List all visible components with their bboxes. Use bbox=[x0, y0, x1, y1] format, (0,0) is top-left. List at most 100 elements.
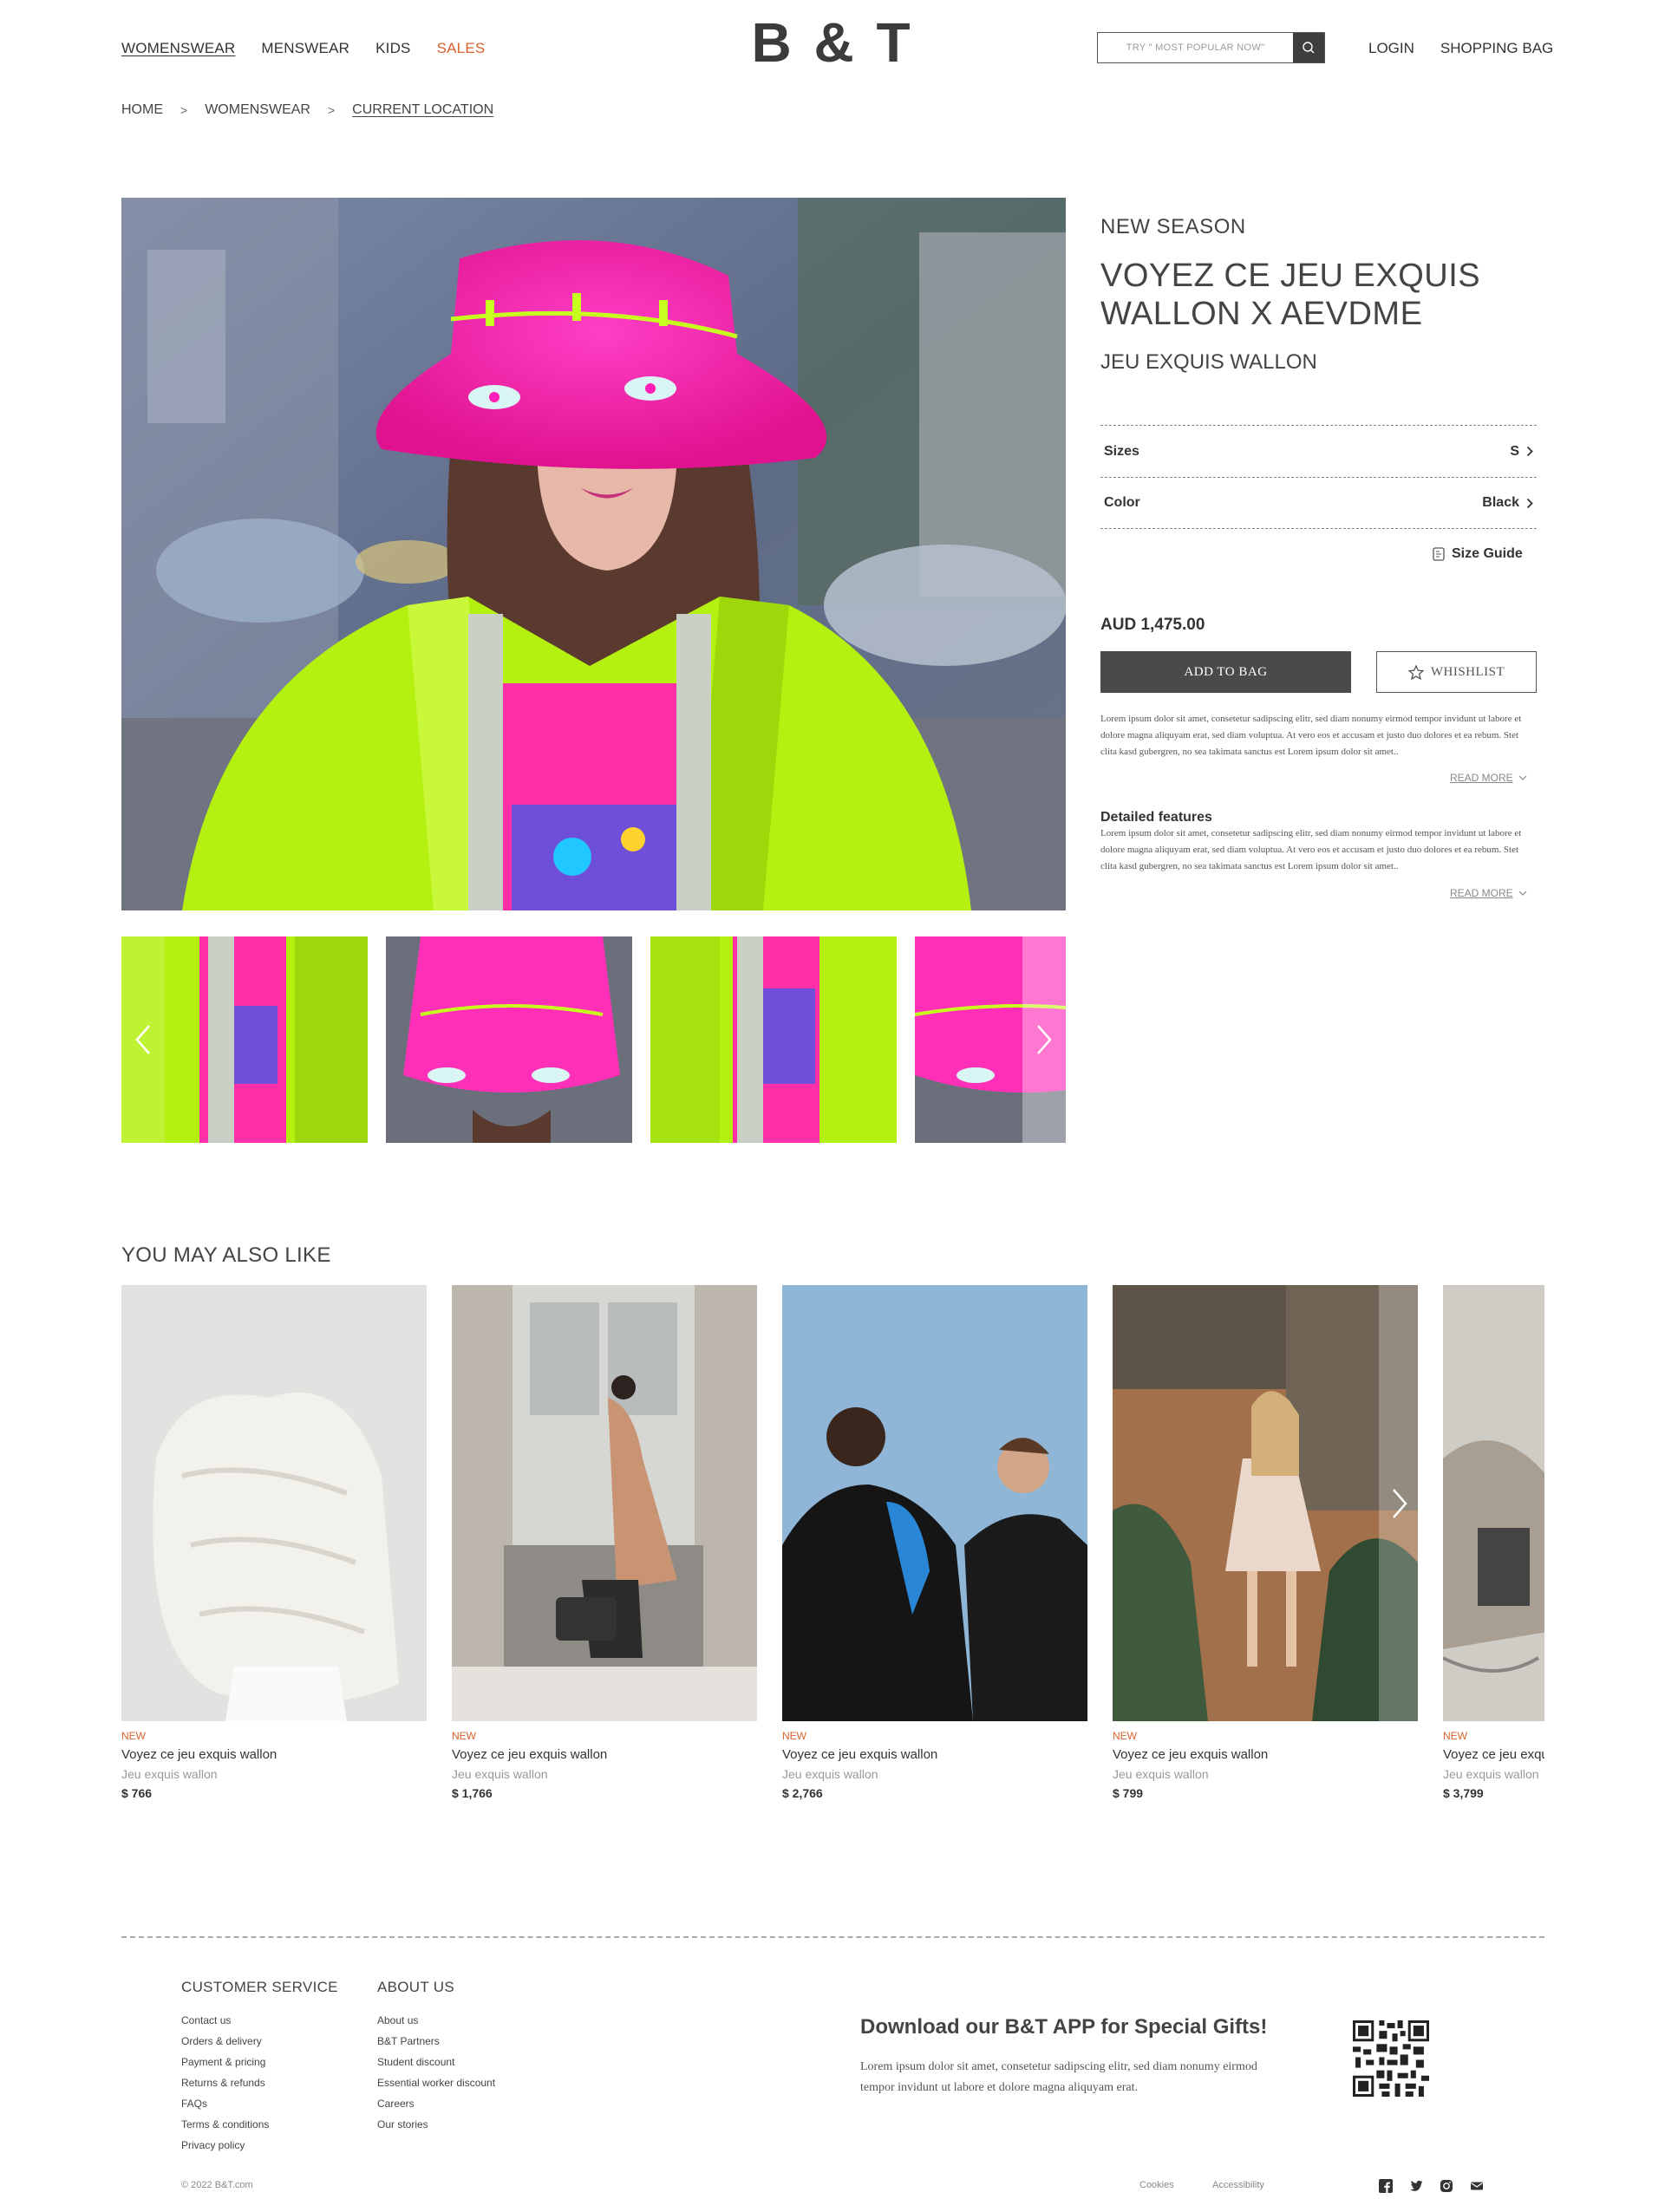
breadcrumb-current[interactable]: CURRENT LOCATION bbox=[352, 102, 493, 118]
size-selector[interactable]: Sizes S bbox=[1100, 425, 1537, 477]
chevron-left-icon bbox=[135, 1025, 150, 1054]
qr-code-icon[interactable] bbox=[1353, 2020, 1429, 2097]
product-card[interactable]: NEW Voyez ce jeu exquis wallon Jeu exqui… bbox=[121, 1285, 427, 1800]
login-link[interactable]: LOGIN bbox=[1368, 40, 1414, 57]
size-value: S bbox=[1510, 443, 1519, 459]
size-value-group: S bbox=[1510, 444, 1533, 460]
size-guide-label: Size Guide bbox=[1452, 546, 1523, 561]
product-card-name: Voyez ce jeu exquis wallon bbox=[1443, 1747, 1544, 1762]
breadcrumb: HOME > WOMENSWEAR > CURRENT LOCATION bbox=[121, 102, 493, 118]
product-card-brand: Jeu exquis wallon bbox=[1113, 1767, 1209, 1781]
breadcrumb-separator: > bbox=[327, 103, 336, 117]
cookies-link[interactable]: Cookies bbox=[1139, 2180, 1174, 2190]
product-card-price: $ 2,766 bbox=[782, 1786, 823, 1800]
footer-link-payment[interactable]: Payment & pricing bbox=[181, 2052, 338, 2072]
footer-link-faqs[interactable]: FAQs bbox=[181, 2093, 338, 2114]
search-input[interactable] bbox=[1098, 33, 1293, 62]
footer-link-orders[interactable]: Orders & delivery bbox=[181, 2031, 338, 2052]
ruler-icon bbox=[1433, 547, 1445, 561]
thumbnail-next-button[interactable] bbox=[1022, 936, 1066, 1143]
chevron-right-icon bbox=[1037, 1025, 1052, 1054]
product-card-brand: Jeu exquis wallon bbox=[452, 1767, 548, 1781]
size-guide-link[interactable]: Size Guide bbox=[1433, 546, 1523, 562]
color-label: Color bbox=[1104, 495, 1140, 510]
product-card-tag: NEW bbox=[121, 1730, 146, 1742]
add-to-bag-button[interactable]: ADD TO BAG bbox=[1100, 651, 1351, 693]
footer-column-title: CUSTOMER SERVICE bbox=[181, 1979, 338, 1995]
twitter-icon[interactable] bbox=[1409, 2179, 1423, 2193]
mail-icon[interactable] bbox=[1470, 2179, 1484, 2193]
product-photo bbox=[121, 198, 1066, 910]
footer-customer-service: CUSTOMER SERVICE Contact us Orders & del… bbox=[181, 1979, 338, 2156]
search-icon bbox=[1303, 42, 1315, 54]
product-card-brand: Jeu exquis wallon bbox=[121, 1767, 218, 1781]
accessibility-link[interactable]: Accessibility bbox=[1212, 2180, 1264, 2190]
product-card[interactable]: NEW Voyez ce jeu exquis wallon Jeu exqui… bbox=[452, 1285, 757, 1800]
footer-link-privacy[interactable]: Privacy policy bbox=[181, 2135, 338, 2156]
read-more-features-link[interactable]: READ MORE bbox=[1450, 887, 1527, 899]
product-card-image bbox=[1443, 1285, 1544, 1721]
account-nav: LOGIN SHOPPING BAG bbox=[1368, 40, 1553, 57]
color-selector[interactable]: Color Black bbox=[1100, 477, 1537, 529]
product-card-price: $ 766 bbox=[121, 1786, 153, 1800]
product-main-image[interactable] bbox=[121, 198, 1066, 910]
product-card-tag: NEW bbox=[1113, 1730, 1137, 1742]
thumbnail-prev-button[interactable] bbox=[121, 936, 165, 1143]
product-card-brand: Jeu exquis wallon bbox=[782, 1767, 878, 1781]
handbag-photo bbox=[1443, 1285, 1544, 1721]
woman-dress-photo bbox=[1113, 1285, 1418, 1721]
copyright: © 2022 B&T.com bbox=[181, 2180, 253, 2190]
product-card-name: Voyez ce jeu exquis wallon bbox=[452, 1747, 608, 1762]
size-label: Sizes bbox=[1104, 443, 1139, 459]
product-card-name: Voyez ce jeu exquis wallon bbox=[121, 1747, 278, 1762]
recommendations-next-button[interactable] bbox=[1379, 1285, 1420, 1721]
product-card-image bbox=[1113, 1285, 1418, 1721]
product-card-brand: Jeu exquis wallon bbox=[1443, 1767, 1539, 1781]
product-card-tag: NEW bbox=[782, 1730, 806, 1742]
breadcrumb-home[interactable]: HOME bbox=[121, 102, 163, 118]
facebook-icon[interactable] bbox=[1379, 2179, 1393, 2193]
product-card[interactable]: NEW Voyez ce jeu exquis wallon Jeu exqui… bbox=[782, 1285, 1087, 1800]
footer-link-student-discount[interactable]: Student discount bbox=[377, 2052, 495, 2072]
chevron-right-icon bbox=[1526, 446, 1533, 457]
footer-link-about[interactable]: About us bbox=[377, 2010, 495, 2031]
product-options: Sizes S Color Black bbox=[1100, 425, 1537, 529]
product-card-price: $ 799 bbox=[1113, 1786, 1144, 1800]
breadcrumb-womenswear[interactable]: WOMENSWEAR bbox=[205, 102, 310, 118]
thumbnail-2[interactable] bbox=[386, 936, 632, 1143]
footer-link-contact[interactable]: Contact us bbox=[181, 2010, 338, 2031]
wishlist-button[interactable]: WHISHLIST bbox=[1376, 651, 1537, 693]
recommendations-list: NEW Voyez ce jeu exquis wallon Jeu exqui… bbox=[121, 1285, 1544, 1805]
footer-link-partners[interactable]: B&T Partners bbox=[377, 2031, 495, 2052]
footer-link-terms[interactable]: Terms & conditions bbox=[181, 2114, 338, 2135]
color-value-group: Black bbox=[1482, 495, 1533, 511]
product-info: NEW SEASON VOYEZ CE JEU EXQUIS WALLON X … bbox=[1100, 215, 1537, 375]
product-card-name: Voyez ce jeu exquis wallon bbox=[782, 1747, 938, 1762]
thumbnail-image bbox=[650, 936, 897, 1143]
product-card[interactable]: NEW Voyez ce jeu exquis wallon Jeu exqui… bbox=[1443, 1285, 1544, 1800]
product-price: AUD 1,475.00 bbox=[1100, 616, 1205, 634]
read-more-link[interactable]: READ MORE bbox=[1450, 772, 1527, 784]
instagram-icon[interactable] bbox=[1440, 2179, 1453, 2193]
breadcrumb-separator: > bbox=[180, 103, 188, 117]
product-description: Lorem ipsum dolor sit amet, consetetur s… bbox=[1100, 714, 1522, 757]
shopping-bag-link[interactable]: SHOPPING BAG bbox=[1440, 40, 1553, 57]
search-button[interactable] bbox=[1293, 33, 1324, 62]
product-card-price: $ 3,799 bbox=[1443, 1786, 1484, 1800]
product-subtitle: JEU EXQUIS WALLON bbox=[1100, 350, 1317, 374]
thumbnail-image bbox=[386, 936, 632, 1143]
chevron-down-icon bbox=[1518, 891, 1527, 896]
search-box bbox=[1097, 32, 1325, 63]
read-more-label: READ MORE bbox=[1450, 887, 1513, 899]
star-icon bbox=[1407, 664, 1424, 680]
footer-column-title: ABOUT US bbox=[377, 1979, 454, 1995]
app-promo-title: Download our B&T APP for Special Gifts! bbox=[860, 2015, 1268, 2039]
footer-link-stories[interactable]: Our stories bbox=[377, 2114, 495, 2135]
footer-link-returns[interactable]: Returns & refunds bbox=[181, 2072, 338, 2093]
footer-link-careers[interactable]: Careers bbox=[377, 2093, 495, 2114]
features-description: Lorem ipsum dolor sit amet, consetetur s… bbox=[1100, 828, 1522, 871]
product-card[interactable]: NEW Voyez ce jeu exquis wallon Jeu exqui… bbox=[1113, 1285, 1418, 1800]
thumbnail-3[interactable] bbox=[650, 936, 897, 1143]
footer-link-essential-worker-discount[interactable]: Essential worker discount bbox=[377, 2072, 495, 2093]
footer-divider bbox=[121, 1936, 1544, 1938]
